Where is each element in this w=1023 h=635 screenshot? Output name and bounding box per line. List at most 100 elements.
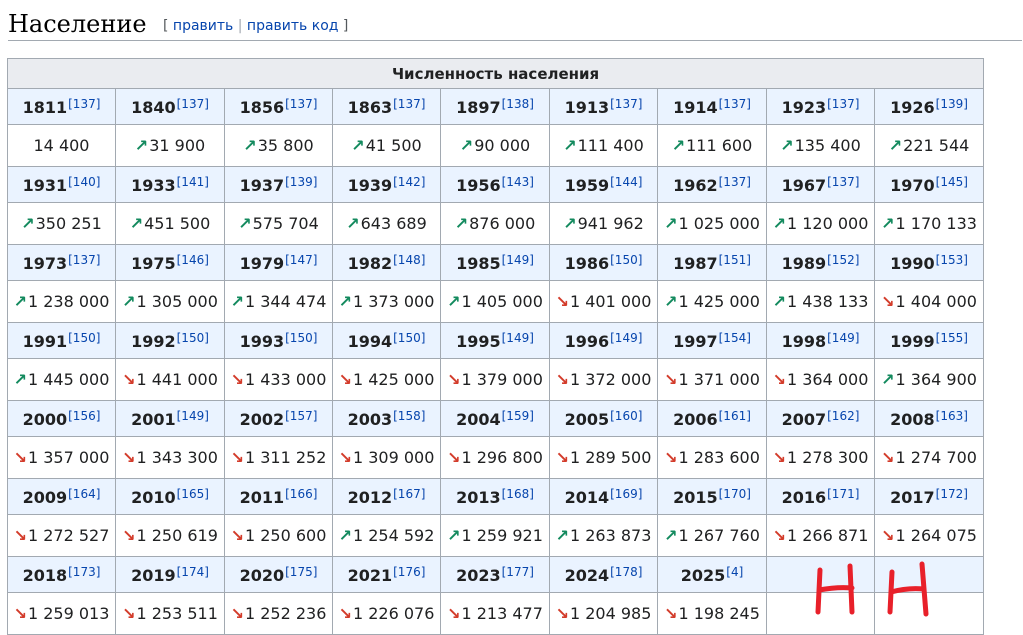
population-value: 1 373 000 [352,292,435,311]
year-cell: 2000[156] [7,400,116,437]
population-cell: ↘1 296 800 [440,436,550,479]
reference-link[interactable]: [137] [610,97,642,111]
reference-link[interactable]: [149] [827,331,859,345]
year-cell: 1996[149] [549,322,658,359]
reference-link[interactable]: [171] [827,487,859,501]
year-cell [766,556,875,593]
year-label: 1989 [781,253,827,273]
population-value: 1 283 600 [678,448,760,467]
reference-link[interactable]: [149] [502,253,534,267]
reference-link[interactable]: [148] [393,253,425,267]
reference-link[interactable]: [160] [610,409,642,423]
trend-down-icon: ↘ [881,526,895,545]
reference-link[interactable]: [163] [936,409,968,423]
trend-up-icon: ↗ [230,292,244,311]
reference-link[interactable]: [166] [285,487,317,501]
year-label: 1923 [781,97,827,117]
reference-link[interactable]: [169] [610,487,642,501]
reference-link[interactable]: [154] [719,331,751,345]
reference-link[interactable]: [137] [393,97,425,111]
reference-link[interactable]: [178] [610,565,642,579]
reference-link[interactable]: [140] [68,175,100,189]
reference-link[interactable]: [146] [177,253,209,267]
reference-link[interactable]: [153] [936,253,968,267]
reference-link[interactable]: [155] [936,331,968,345]
reference-link[interactable]: [157] [285,409,317,423]
reference-link[interactable]: [137] [68,253,100,267]
population-value: 1 264 075 [895,526,977,545]
reference-link[interactable]: [137] [827,175,859,189]
population-value: 1 198 245 [678,604,760,623]
reference-link[interactable]: [177] [502,565,534,579]
reference-link[interactable]: [149] [610,331,642,345]
year-label: 2005 [564,409,610,429]
year-label: 1962 [673,175,718,195]
reference-link[interactable]: [162] [827,409,859,423]
reference-link[interactable]: [173] [68,565,100,579]
trend-up-icon: ↗ [122,292,136,311]
reference-link[interactable]: [150] [393,331,425,345]
reference-link[interactable]: [137] [177,97,209,111]
year-label: 2006 [673,409,718,429]
population-value: 1 296 800 [461,448,543,467]
reference-link[interactable]: [150] [610,253,642,267]
reference-link[interactable]: [150] [177,331,209,345]
reference-link[interactable]: [144] [610,175,642,189]
reference-link[interactable]: [137] [68,97,100,111]
reference-link[interactable]: [167] [393,487,425,501]
trend-up-icon: ↗ [134,136,149,155]
reference-link[interactable]: [175] [285,565,317,579]
reference-link[interactable]: [137] [719,97,751,111]
reference-link[interactable]: [158] [393,409,425,423]
population-table: Численность населения 1811[137] 1840[137]… [6,58,985,635]
population-cell: ↗1 263 873 [549,514,658,557]
year-label: 1997 [673,331,718,351]
trend-up-icon: ↗ [888,136,903,155]
reference-link[interactable]: [172] [936,487,968,501]
reference-link[interactable]: [152] [827,253,859,267]
population-value: 1 263 873 [569,526,652,545]
year-label: 2018 [22,565,68,585]
population-cell: ↗1 238 000 [7,280,116,323]
reference-link[interactable]: [176] [393,565,425,579]
reference-link[interactable]: [161] [719,409,751,423]
reference-link[interactable]: [137] [827,97,859,111]
reference-link[interactable]: [139] [285,175,317,189]
population-value: 35 800 [257,136,314,155]
reference-link[interactable]: [145] [936,175,968,189]
year-label: 1991 [22,331,68,351]
reference-link[interactable]: [147] [285,253,317,267]
reference-link[interactable]: [149] [177,409,209,423]
trend-down-icon: ↘ [13,526,27,545]
reference-link[interactable]: [143] [502,175,534,189]
reference-link[interactable]: [168] [502,487,534,501]
population-value: 1 364 900 [895,370,977,389]
reference-link[interactable]: [151] [719,253,751,267]
trend-up-icon: ↗ [881,370,895,389]
population-value: 451 500 [144,214,211,233]
reference-link[interactable]: [137] [719,175,751,189]
year-label: 1956 [456,175,501,195]
reference-link[interactable]: [149] [502,331,534,345]
reference-link[interactable]: [156] [68,409,100,423]
year-cell: 2023[177] [440,556,550,593]
reference-link[interactable]: [170] [719,487,751,501]
reference-link[interactable]: [138] [502,97,534,111]
reference-link[interactable]: [174] [177,565,209,579]
edit-code-link[interactable]: править код [247,18,339,34]
reference-link[interactable]: [137] [285,97,317,111]
reference-link[interactable]: [150] [285,331,317,345]
reference-link[interactable]: [164] [68,487,100,501]
population-cell: ↘1 250 600 [224,514,333,557]
year-label: 2011 [239,487,285,507]
reference-link[interactable]: [159] [502,409,534,423]
reference-link[interactable]: [4] [726,565,743,579]
reference-link[interactable]: [150] [68,331,100,345]
reference-link[interactable]: [141] [177,175,209,189]
reference-link[interactable]: [142] [393,175,425,189]
year-label: 2025 [680,565,726,585]
reference-link[interactable]: [165] [177,487,209,501]
edit-link[interactable]: править [173,18,233,34]
year-cell: 2010[165] [115,478,225,515]
reference-link[interactable]: [139] [936,97,968,111]
